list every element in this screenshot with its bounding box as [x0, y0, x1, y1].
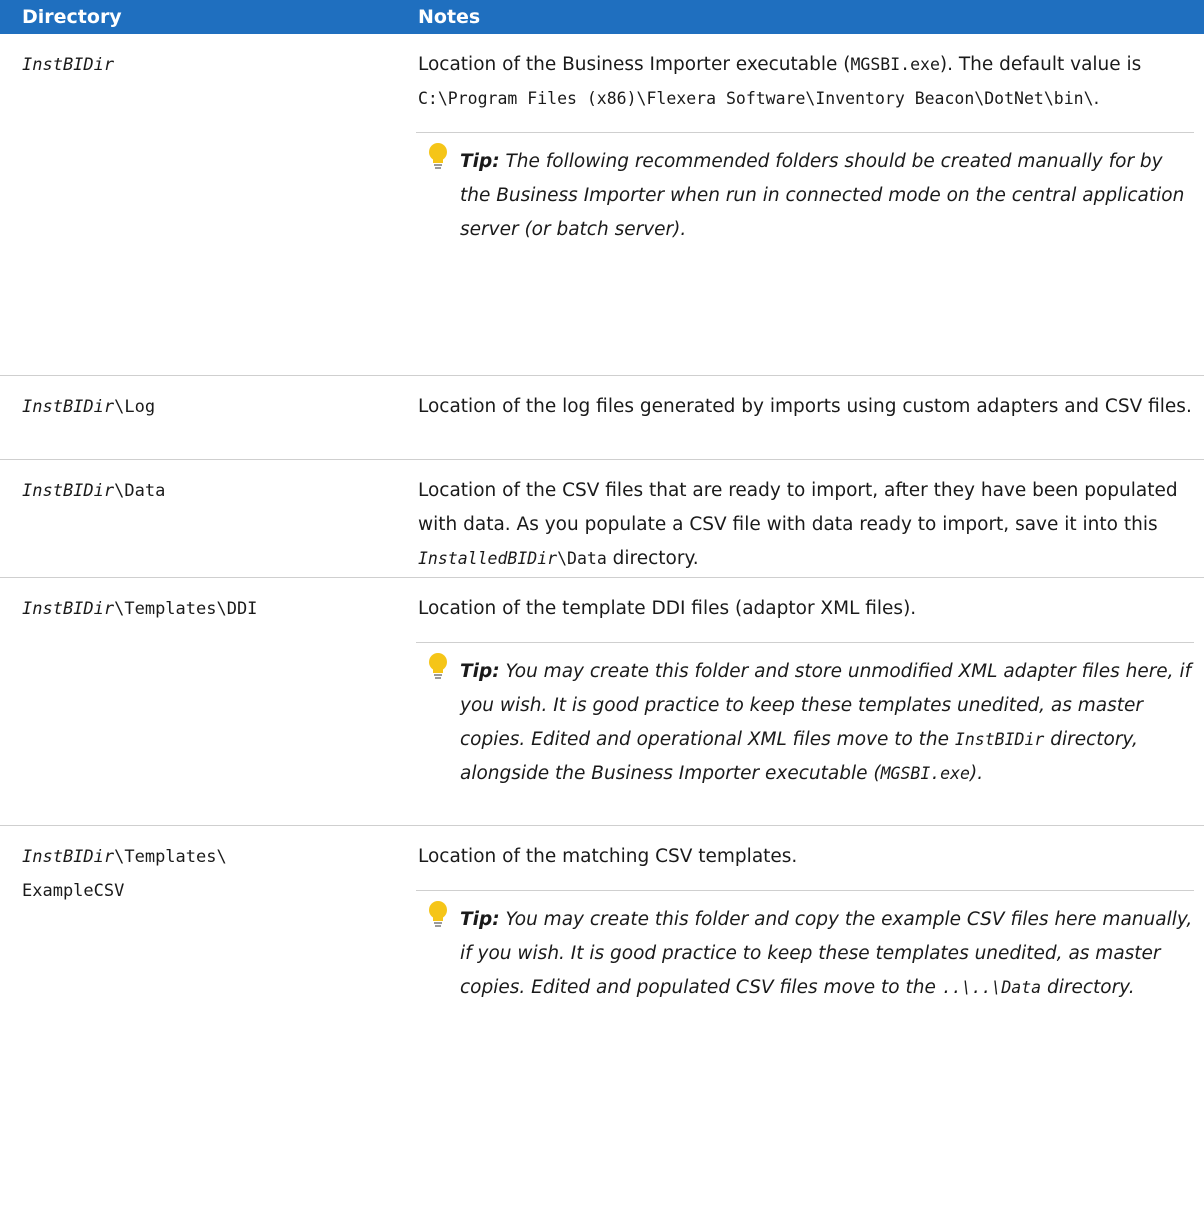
- lightbulb-icon: [428, 901, 448, 929]
- tip-label: Tip:: [460, 909, 500, 930]
- notes-column-header: Notes: [398, 0, 1204, 34]
- notes-cell: Location of the CSV files that are ready…: [398, 460, 1204, 578]
- directory-cell: InstBIDir\Templates\ ExampleCSV: [0, 826, 398, 1220]
- tip-callout: Tip: You may create this folder and copy…: [416, 890, 1194, 1031]
- note-text: Location of the CSV files that are ready…: [418, 474, 1194, 576]
- note-text: Location of the template DDI files (adap…: [418, 592, 1194, 626]
- notes-cell: Location of the template DDI files (adap…: [398, 578, 1204, 826]
- exe-filename: MGSBI.exe: [850, 55, 939, 74]
- table-row: InstBIDir\Log Location of the log files …: [0, 376, 1204, 460]
- note-text: Location of the Business Importer execut…: [418, 48, 1194, 116]
- directory-name: InstBIDir: [22, 599, 114, 619]
- directory-column-header: Directory: [0, 0, 398, 34]
- table-row: InstBIDir\Templates\DDI Location of the …: [0, 578, 1204, 826]
- table-row: InstBIDir\Data Location of the CSV files…: [0, 460, 1204, 578]
- table-row: InstBIDir Location of the Business Impor…: [0, 34, 1204, 376]
- notes-cell: Location of the matching CSV templates. …: [398, 826, 1204, 1220]
- directory-table: Directory Notes InstBIDir Location of th…: [0, 0, 1204, 1220]
- tip-callout: Tip: You may create this folder and stor…: [416, 642, 1194, 817]
- tip-text: The following recommended folders should…: [460, 151, 1184, 240]
- directory-suffix-line2: ExampleCSV: [22, 881, 124, 901]
- notes-cell: Location of the log files generated by i…: [398, 376, 1204, 460]
- directory-name: InstBIDir: [22, 397, 114, 417]
- tip-label: Tip:: [460, 661, 500, 682]
- notes-cell: Location of the Business Importer execut…: [398, 34, 1204, 376]
- directory-cell: InstBIDir: [0, 34, 398, 376]
- table-row: InstBIDir\Templates\ ExampleCSV Location …: [0, 826, 1204, 1220]
- table-header-row: Directory Notes: [0, 0, 1204, 34]
- directory-suffix: \Templates\DDI: [114, 599, 257, 619]
- directory-name: InstBIDir: [22, 481, 114, 501]
- directory-name: InstBIDir: [22, 847, 114, 867]
- note-text: Location of the matching CSV templates.: [418, 840, 1194, 874]
- tip-callout: Tip: The following recommended folders s…: [416, 132, 1194, 273]
- directory-cell: InstBIDir\Log: [0, 376, 398, 460]
- lightbulb-icon: [428, 653, 448, 681]
- note-text: Location of the log files generated by i…: [418, 390, 1194, 424]
- directory-name: InstBIDir: [22, 55, 114, 75]
- directory-cell: InstBIDir\Templates\DDI: [0, 578, 398, 826]
- directory-suffix: \Templates\: [114, 847, 227, 867]
- default-path: C:\Program Files (x86)\Flexera Software\…: [418, 89, 1094, 108]
- directory-cell: InstBIDir\Data: [0, 460, 398, 578]
- lightbulb-icon: [428, 143, 448, 171]
- tip-label: Tip:: [460, 151, 500, 172]
- directory-suffix: \Log: [114, 397, 155, 417]
- directory-suffix: \Data: [114, 481, 165, 501]
